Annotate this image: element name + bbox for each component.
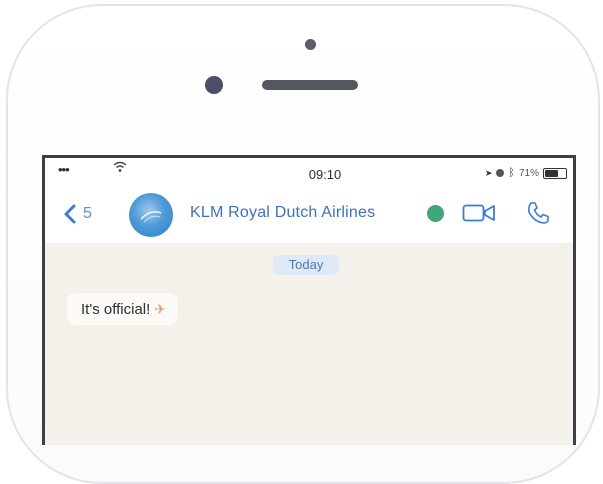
earpiece-speaker [262, 80, 358, 90]
back-button[interactable]: 5 [63, 200, 92, 228]
bluetooth-icon: ᛒ [508, 167, 515, 179]
battery-percentage: 71% [518, 167, 539, 179]
proximity-sensor [305, 39, 316, 50]
date-separator: Today [273, 255, 339, 275]
chevron-left-icon [64, 204, 76, 224]
status-bar: ••• 09:10 ➤ ᛒ 71% [45, 158, 573, 184]
klm-logo-mark [140, 211, 162, 223]
alarm-icon [496, 169, 505, 177]
contact-name[interactable]: KLM Royal Dutch Airlines [190, 204, 375, 222]
video-call-icon[interactable] [462, 203, 496, 223]
unread-count: 5 [83, 205, 92, 222]
wifi-icon [113, 161, 127, 172]
airplane-emoji: ✈ [154, 300, 167, 317]
status-time: 09:10 [308, 167, 342, 182]
signal-strength: ••• [58, 162, 70, 177]
battery-icon [543, 167, 567, 179]
message-bubble[interactable]: It's official! ✈ [67, 293, 179, 325]
phone-screen: ••• 09:10 ➤ ᛒ 71% 5 KLM Royal Dutch Airl… [42, 155, 576, 445]
message-text: It's official! [81, 300, 151, 318]
status-indicators: ➤ ᛒ 71% [485, 166, 567, 180]
location-icon: ➤ [484, 167, 493, 178]
chat-thread[interactable]: Today It's official! ✈ [45, 243, 573, 445]
phone-call-icon[interactable] [525, 200, 551, 226]
chat-header: 5 KLM Royal Dutch Airlines [45, 186, 573, 242]
verified-icon [427, 205, 444, 222]
contact-avatar[interactable] [129, 193, 173, 237]
front-camera [205, 76, 223, 94]
